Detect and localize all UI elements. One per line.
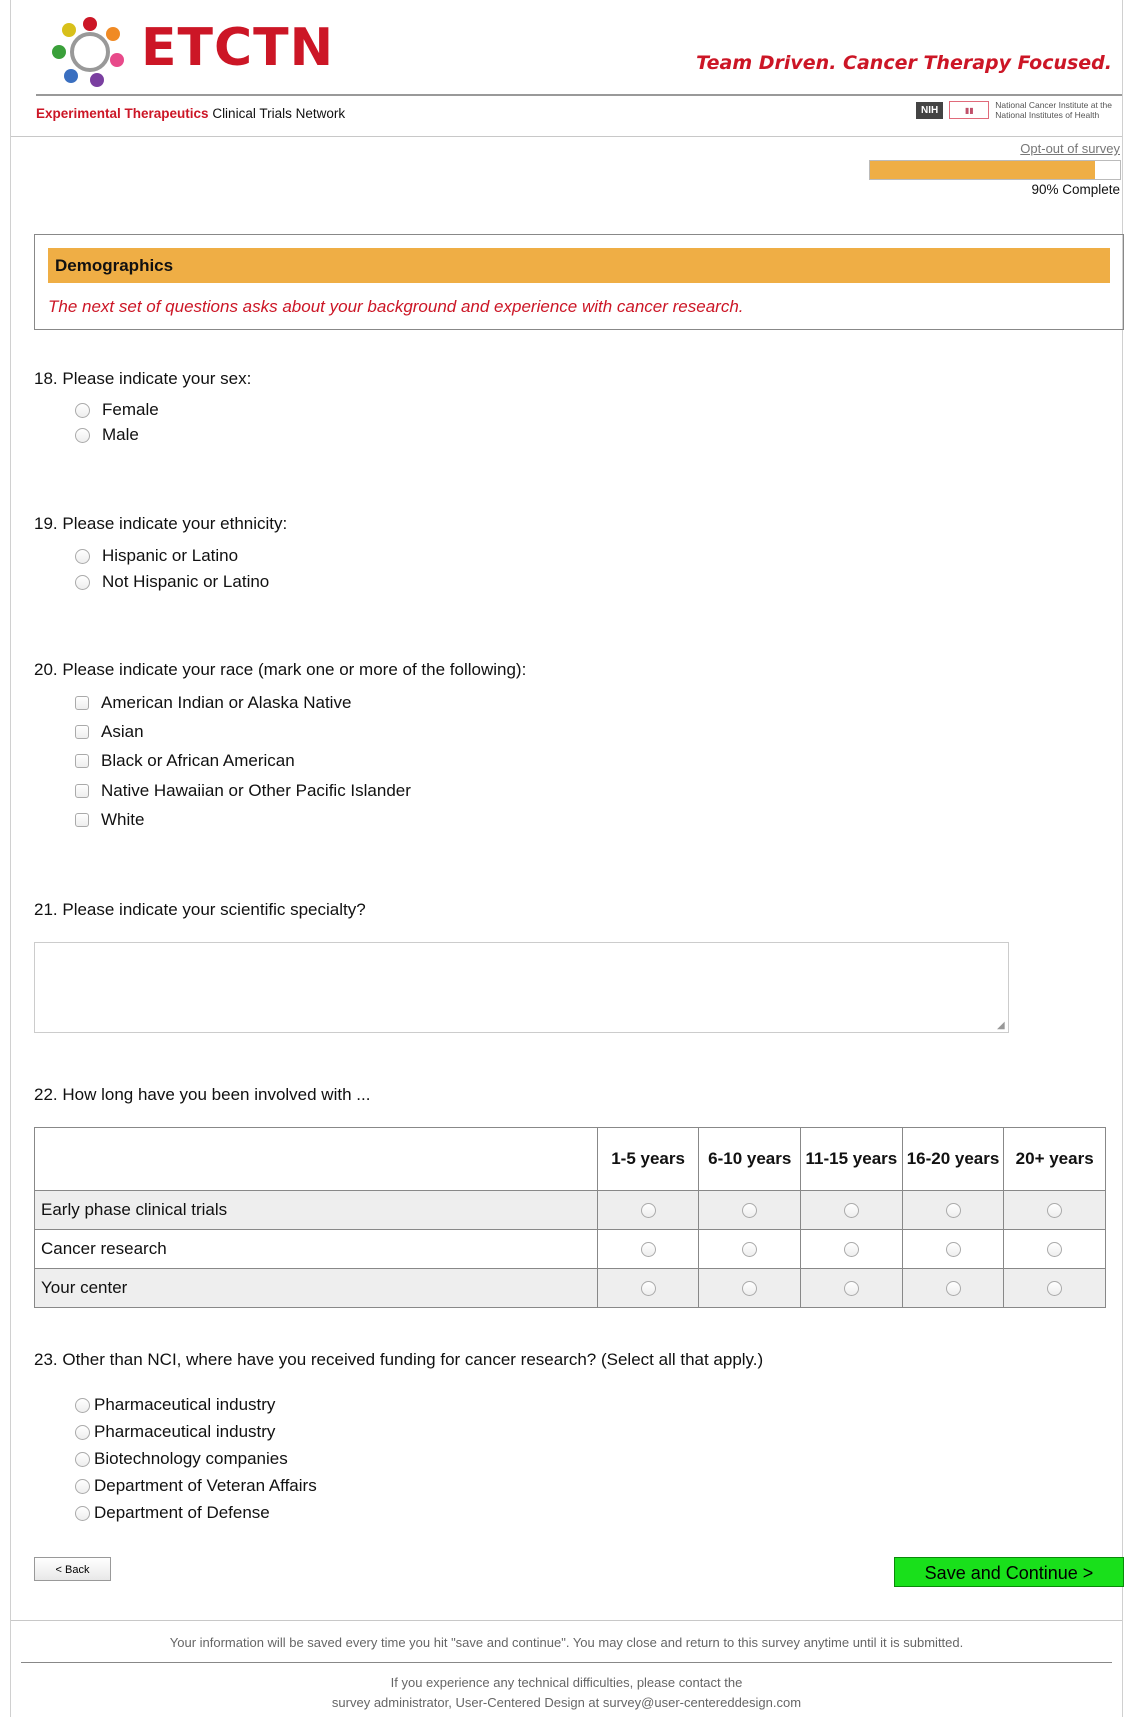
section-intro: The next set of questions asks about you… <box>48 297 744 316</box>
specialty-textarea[interactable] <box>34 942 1009 1033</box>
contact-line-2: survey administrator, User-Centered Desi… <box>331 1695 603 1710</box>
logo-text: ETCTN <box>141 18 335 78</box>
nci-line-1: National Cancer Institute at the <box>995 100 1112 110</box>
matrix-radio[interactable] <box>640 1281 656 1297</box>
footer-divider <box>11 1620 1122 1621</box>
matrix-row: Your center <box>34 1268 1106 1308</box>
progress-label: 90% Complete <box>1031 182 1120 197</box>
matrix-radio[interactable] <box>640 1242 656 1258</box>
checkbox-asian[interactable] <box>75 725 89 739</box>
section-box: Demographics The next set of questions a… <box>34 234 1124 330</box>
col-header: 6-10 years <box>698 1127 802 1191</box>
option-veteran-affairs[interactable]: Department of Veteran Affairs <box>75 1476 317 1496</box>
radio-defense[interactable] <box>75 1505 90 1521</box>
option-female[interactable]: Female <box>75 400 159 420</box>
matrix-radio[interactable] <box>1047 1203 1063 1219</box>
row-label: Cancer research <box>34 1229 598 1269</box>
matrix-radio[interactable] <box>843 1281 859 1297</box>
resize-grip-icon[interactable]: ◢ <box>997 1020 1005 1031</box>
radio-male[interactable] <box>75 427 90 443</box>
matrix-header-row: 1-5 years 6-10 years 11-15 years 16-20 y… <box>34 1127 1106 1191</box>
row-label: Early phase clinical trials <box>34 1190 598 1230</box>
save-continue-button[interactable]: Save and Continue > <box>894 1557 1124 1587</box>
footer-contact: If you experience any technical difficul… <box>11 1673 1122 1713</box>
matrix-radio[interactable] <box>843 1242 859 1258</box>
question-23-label: 23. Other than NCI, where have you recei… <box>34 1350 764 1369</box>
option-american-indian[interactable]: American Indian or Alaska Native <box>75 693 351 713</box>
survey-page: ETCTN Team Driven. Cancer Therapy Focuse… <box>10 0 1124 1717</box>
option-black[interactable]: Black or African American <box>75 751 295 771</box>
option-pharma-2[interactable]: Pharmaceutical industry <box>75 1422 275 1442</box>
opt-out-link[interactable]: Opt-out of survey <box>1020 141 1120 156</box>
matrix-radio[interactable] <box>843 1203 859 1219</box>
checkbox-black[interactable] <box>75 754 89 768</box>
radio-hispanic[interactable] <box>75 548 90 564</box>
nih-logos: NIH ▮▮ National Cancer Institute at the … <box>916 100 1112 120</box>
matrix-radio[interactable] <box>945 1242 961 1258</box>
nih-logo: NIH <box>916 101 944 119</box>
network-name-rest: Clinical Trials Network <box>208 106 346 121</box>
radio-biotech[interactable] <box>75 1451 90 1467</box>
radio-veteran-affairs[interactable] <box>75 1478 90 1494</box>
checkbox-american-indian[interactable] <box>75 696 89 710</box>
matrix-row: Early phase clinical trials <box>34 1190 1106 1230</box>
footer-divider-2 <box>21 1662 1112 1663</box>
col-header: 1-5 years <box>596 1127 700 1191</box>
experience-matrix: 1-5 years 6-10 years 11-15 years 16-20 y… <box>34 1127 1106 1308</box>
option-white[interactable]: White <box>75 810 144 830</box>
option-not-hispanic[interactable]: Not Hispanic or Latino <box>75 572 269 592</box>
radio-pharma-1[interactable] <box>75 1397 90 1413</box>
option-pharma-1[interactable]: Pharmaceutical industry <box>75 1395 275 1415</box>
nci-line-2: National Institutes of Health <box>995 110 1100 120</box>
nci-logo-icon: ▮▮ <box>949 101 990 119</box>
option-pacific-islander[interactable]: Native Hawaiian or Other Pacific Islande… <box>75 781 411 801</box>
header-divider <box>36 94 1122 96</box>
radio-female[interactable] <box>75 402 90 418</box>
contact-line-1: If you experience any technical difficul… <box>390 1675 743 1690</box>
row-label: Your center <box>34 1268 598 1308</box>
matrix-radio[interactable] <box>742 1281 758 1297</box>
matrix-radio[interactable] <box>1047 1242 1063 1258</box>
network-name: Experimental Therapeutics Clinical Trial… <box>36 106 345 121</box>
matrix-corner <box>34 1127 598 1191</box>
matrix-radio[interactable] <box>945 1281 961 1297</box>
radio-pharma-2[interactable] <box>75 1424 90 1440</box>
question-18-label: 18. Please indicate your sex: <box>34 369 252 388</box>
option-male[interactable]: Male <box>75 425 139 445</box>
question-22-label: 22. How long have you been involved with… <box>34 1085 371 1104</box>
network-name-red: Experimental Therapeutics <box>36 106 209 121</box>
footer-save-note: Your information will be saved every tim… <box>169 1635 964 1650</box>
option-biotech[interactable]: Biotechnology companies <box>75 1449 288 1469</box>
nci-text: National Cancer Institute at the Nationa… <box>995 100 1112 120</box>
option-hispanic[interactable]: Hispanic or Latino <box>75 546 238 566</box>
tagline: Team Driven. Cancer Therapy Focused. <box>696 52 1112 74</box>
etctn-logo: ETCTN <box>45 10 375 90</box>
matrix-radio[interactable] <box>1047 1281 1063 1297</box>
question-21-label: 21. Please indicate your scientific spec… <box>34 900 366 919</box>
col-header: 16-20 years <box>901 1127 1005 1191</box>
section-title: Demographics <box>48 248 1110 283</box>
matrix-radio[interactable] <box>640 1203 656 1219</box>
question-20-label: 20. Please indicate your race (mark one … <box>34 660 527 679</box>
checkbox-pacific-islander[interactable] <box>75 784 89 798</box>
matrix-radio[interactable] <box>742 1203 758 1219</box>
option-defense[interactable]: Department of Defense <box>75 1503 270 1523</box>
people-circle-icon <box>52 17 124 87</box>
back-button[interactable]: < Back <box>34 1557 111 1581</box>
option-asian[interactable]: Asian <box>75 722 144 742</box>
matrix-radio[interactable] <box>742 1242 758 1258</box>
radio-not-hispanic[interactable] <box>75 574 90 590</box>
matrix-radio[interactable] <box>945 1203 961 1219</box>
question-19-label: 19. Please indicate your ethnicity: <box>34 514 288 533</box>
contact-email-link[interactable]: survey@user-centereddesign.com <box>603 1695 801 1710</box>
col-header: 11-15 years <box>800 1127 903 1191</box>
matrix-row: Cancer research <box>34 1229 1106 1269</box>
progress-fill <box>870 161 1095 179</box>
col-header: 20+ years <box>1003 1127 1106 1191</box>
header-bottom-divider <box>11 136 1122 137</box>
checkbox-white[interactable] <box>75 813 89 827</box>
progress-bar <box>869 160 1121 180</box>
